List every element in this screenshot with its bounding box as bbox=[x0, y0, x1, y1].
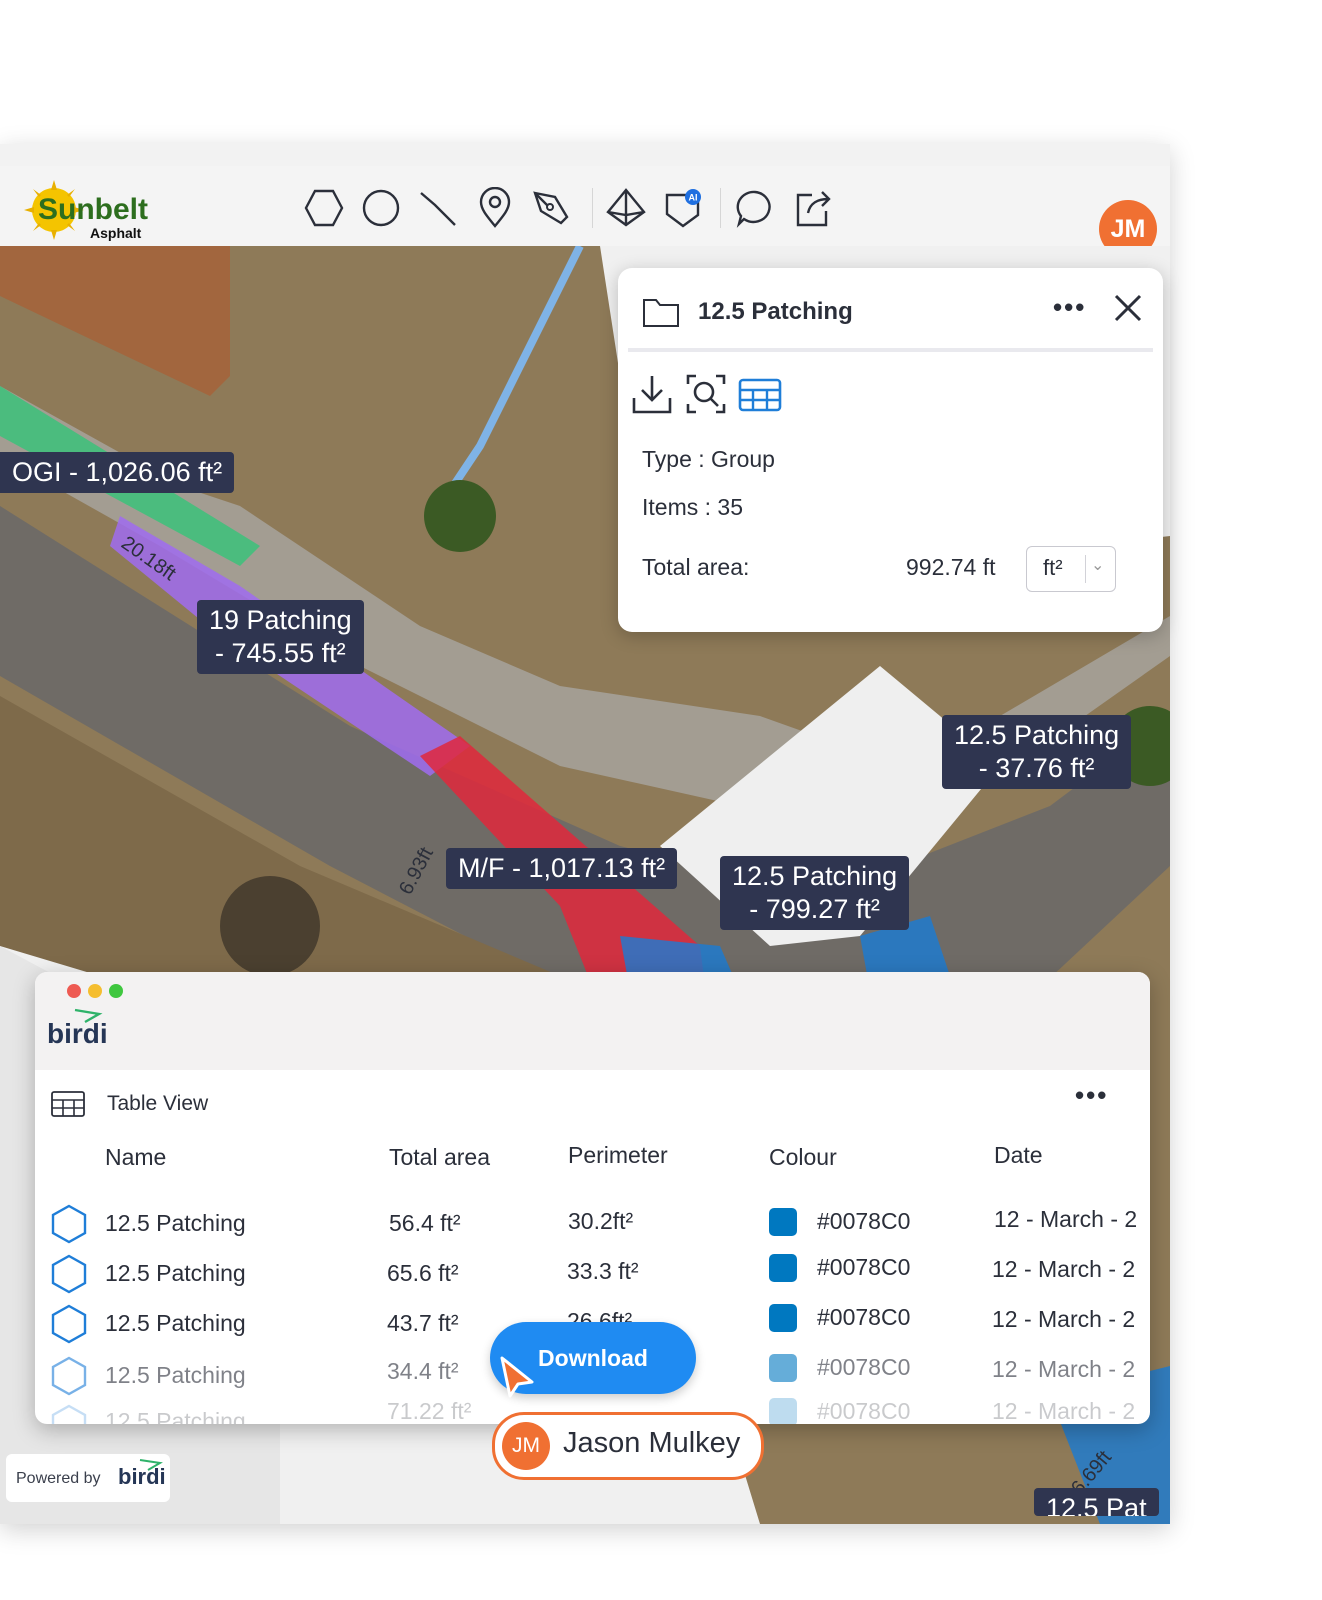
row-name: 12.5 Patching bbox=[105, 1210, 246, 1236]
row-date: 12 - March - 2 bbox=[992, 1356, 1136, 1382]
row-date: 12 - March - 2 bbox=[994, 1206, 1138, 1232]
colour-swatch bbox=[769, 1208, 797, 1236]
column-header-total-area[interactable]: Total area bbox=[389, 1144, 490, 1171]
row-name: 12.5 Patching bbox=[105, 1362, 246, 1388]
sunbelt-logo[interactable]: Sunbelt Asphalt bbox=[20, 176, 150, 244]
powered-by-badge[interactable]: Powered by birdi bbox=[6, 1454, 170, 1502]
window-maximize-button[interactable] bbox=[109, 984, 123, 998]
hexagon-icon bbox=[51, 1204, 87, 1244]
window-close-button[interactable] bbox=[67, 984, 81, 998]
unit-select-divider bbox=[1085, 555, 1086, 583]
table-icon bbox=[51, 1091, 85, 1117]
row-colour: #0078C0 bbox=[817, 1254, 911, 1280]
items-text: Items : 35 bbox=[642, 494, 743, 520]
hexagon-tool-icon[interactable] bbox=[300, 184, 348, 232]
svg-text:AI: AI bbox=[689, 193, 698, 203]
row-area: 71.22 ft² bbox=[387, 1398, 472, 1424]
colour-swatch bbox=[769, 1398, 797, 1424]
row-area: 34.4 ft² bbox=[387, 1358, 459, 1384]
prism-tool-icon[interactable] bbox=[602, 184, 650, 232]
pen-tool-icon[interactable] bbox=[528, 184, 576, 232]
colour-swatch bbox=[769, 1254, 797, 1282]
column-header-date[interactable]: Date bbox=[994, 1142, 1043, 1169]
hexagon-icon bbox=[51, 1356, 87, 1396]
toolbar: Sunbelt Asphalt AI JM bbox=[0, 166, 1170, 258]
ai-tag-icon[interactable]: AI bbox=[659, 184, 707, 232]
row-name: 12.5 Patching bbox=[105, 1408, 246, 1424]
window-minimize-button[interactable] bbox=[88, 984, 102, 998]
total-area-value: 992.74 ft bbox=[906, 554, 996, 580]
circle-tool-icon[interactable] bbox=[357, 184, 405, 232]
birdi-wing-icon bbox=[74, 1008, 103, 1024]
column-header-name[interactable]: Name bbox=[105, 1144, 166, 1171]
row-colour: #0078C0 bbox=[817, 1354, 911, 1380]
row-area: 43.7 ft² bbox=[387, 1310, 459, 1336]
share-icon[interactable] bbox=[789, 184, 837, 232]
hexagon-icon bbox=[51, 1254, 87, 1294]
svg-text:Sunbelt: Sunbelt bbox=[38, 193, 148, 226]
row-date: 12 - March - 2 bbox=[992, 1256, 1136, 1282]
chevron-down-icon: ⌄ bbox=[1091, 557, 1105, 574]
birdi-wing-icon bbox=[139, 1459, 163, 1471]
colour-swatch bbox=[769, 1354, 797, 1382]
table-view-title: Table View bbox=[107, 1092, 209, 1115]
map-label-19-patching[interactable]: 19 Patching - 745.55 ft² bbox=[197, 600, 364, 674]
more-options-icon[interactable]: ••• bbox=[1075, 1080, 1108, 1111]
row-date: 12 - March - 2 bbox=[992, 1306, 1136, 1332]
unit-value: ft² bbox=[1043, 555, 1063, 580]
group-info-panel: 12.5 Patching ••• Type : Group Items : 3… bbox=[618, 268, 1163, 632]
toolbar-divider bbox=[720, 188, 721, 228]
row-colour: #0078C0 bbox=[817, 1398, 911, 1424]
panel-divider bbox=[628, 348, 1153, 352]
row-area: 56.4 ft² bbox=[389, 1210, 461, 1236]
column-header-colour[interactable]: Colour bbox=[769, 1144, 837, 1171]
row-name: 12.5 Patching bbox=[105, 1310, 246, 1336]
row-perimeter: 30.2ft² bbox=[568, 1208, 634, 1234]
map-label-ogi[interactable]: OGI - 1,026.06 ft² bbox=[0, 452, 235, 493]
location-pin-icon[interactable] bbox=[471, 184, 519, 232]
row-colour: #0078C0 bbox=[817, 1208, 911, 1234]
user-presence-tag: JM Jason Mulkey bbox=[492, 1412, 764, 1480]
panel-title: 12.5 Patching bbox=[698, 298, 853, 325]
download-icon[interactable] bbox=[630, 372, 674, 416]
table-view-icon[interactable] bbox=[738, 372, 782, 416]
svg-text:Asphalt: Asphalt bbox=[90, 225, 142, 241]
type-text: Type : Group bbox=[642, 446, 775, 472]
map-label-12-5-patching[interactable]: 12.5 Patching - 799.27 ft² bbox=[720, 856, 910, 930]
comment-icon[interactable] bbox=[731, 184, 779, 232]
column-header-perimeter[interactable]: Perimeter bbox=[568, 1142, 668, 1169]
zoom-to-fit-icon[interactable] bbox=[684, 372, 728, 416]
unit-select[interactable]: ft² ⌄ bbox=[1026, 546, 1116, 592]
window-chrome: birdi bbox=[35, 972, 1150, 1070]
row-colour: #0078C0 bbox=[817, 1304, 911, 1330]
map-label-12-5-patching[interactable]: 12.5 Pat bbox=[1034, 1488, 1159, 1516]
folder-icon bbox=[643, 299, 679, 327]
hexagon-icon bbox=[51, 1404, 87, 1424]
user-tag-name: Jason Mulkey bbox=[563, 1427, 741, 1459]
colour-swatch bbox=[769, 1304, 797, 1332]
user-tag-avatar: JM bbox=[502, 1422, 550, 1470]
hexagon-icon bbox=[51, 1304, 87, 1344]
more-options-icon[interactable]: ••• bbox=[1053, 292, 1086, 323]
map-label-12-5-patching[interactable]: 12.5 Patching - 37.76 ft² bbox=[942, 715, 1132, 789]
map-label-mf[interactable]: M/F - 1,017.13 ft² bbox=[446, 848, 678, 889]
total-area-label: Total area: bbox=[642, 554, 750, 580]
line-tool-icon[interactable] bbox=[414, 184, 462, 232]
close-icon[interactable] bbox=[1110, 290, 1146, 326]
row-area: 65.6 ft² bbox=[387, 1260, 459, 1286]
row-perimeter: 33.3 ft² bbox=[567, 1258, 639, 1284]
row-date: 12 - March - 2 bbox=[992, 1398, 1136, 1424]
row-name: 12.5 Patching bbox=[105, 1260, 246, 1286]
cursor-icon bbox=[500, 1356, 534, 1398]
powered-by-text: Powered by bbox=[16, 1470, 101, 1487]
toolbar-divider bbox=[592, 188, 593, 228]
